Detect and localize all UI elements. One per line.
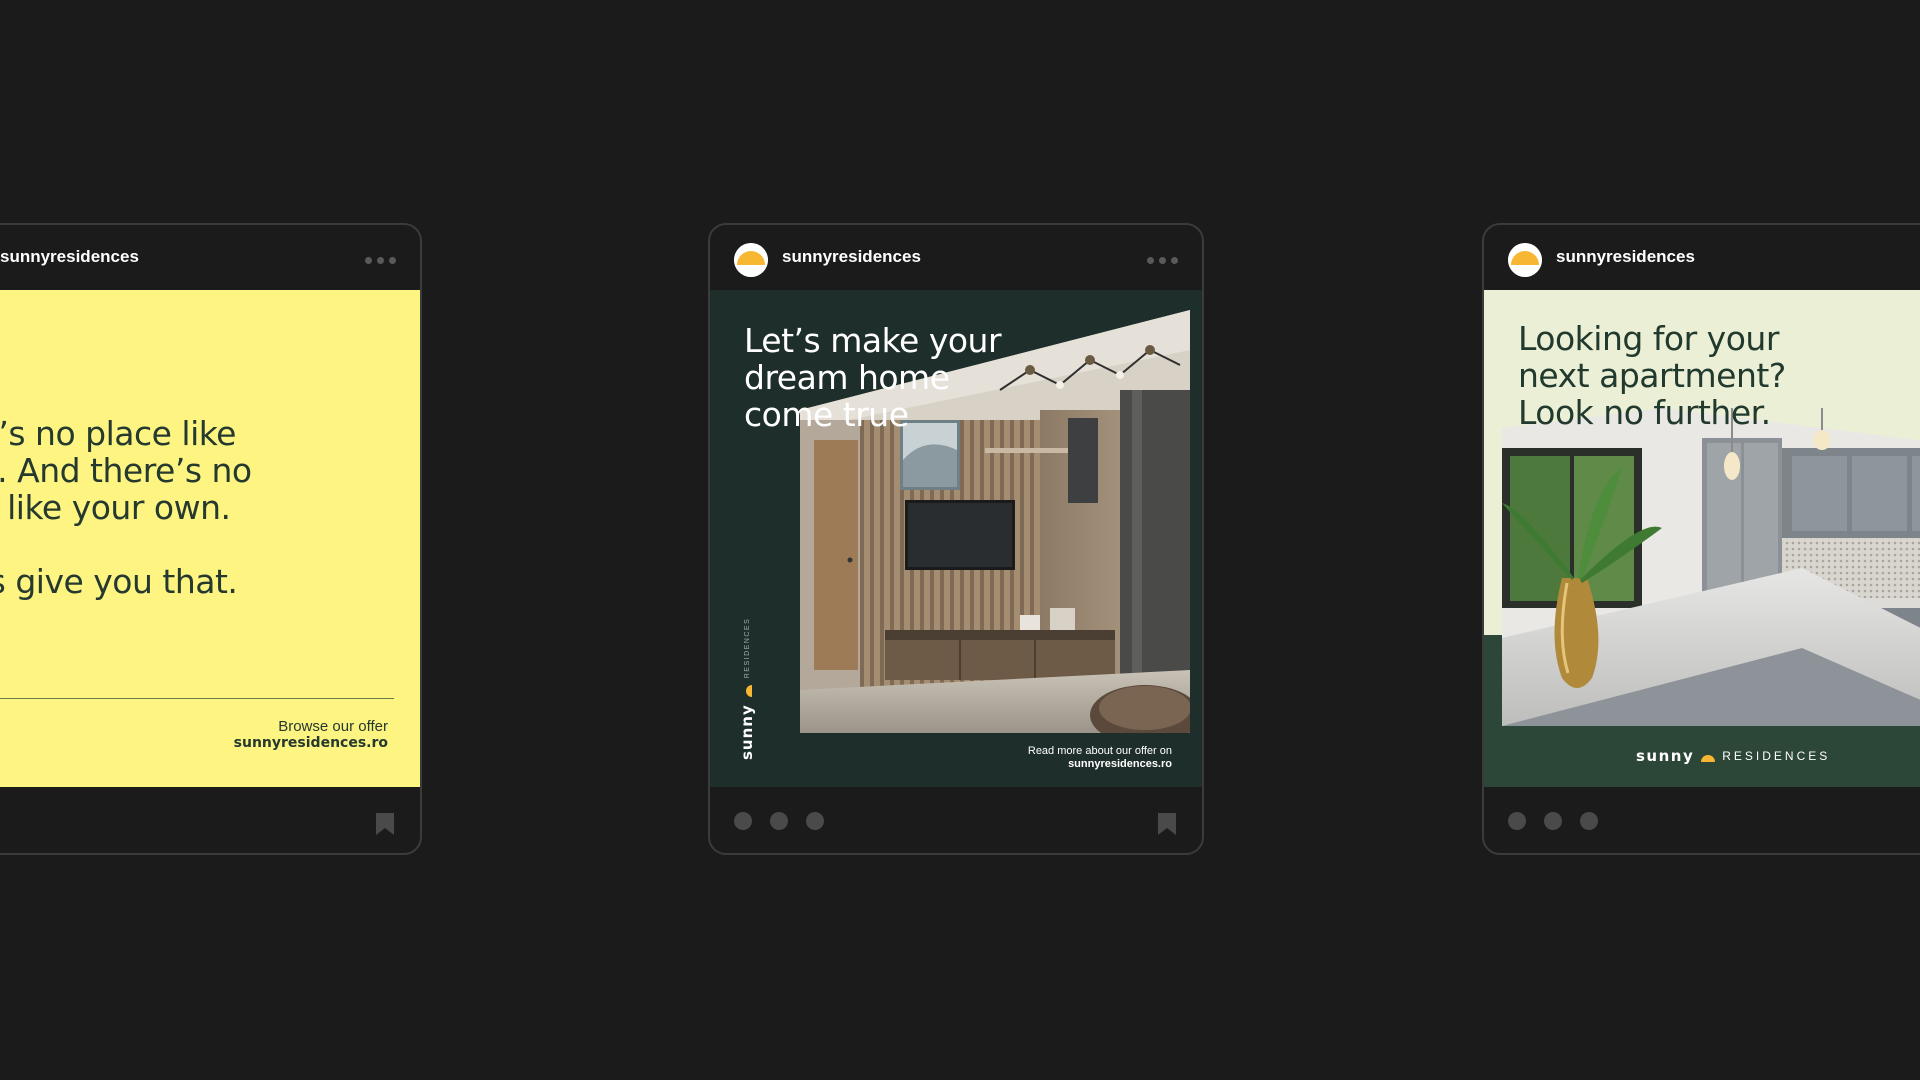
username[interactable]: sunnyresidences xyxy=(0,247,139,267)
action-icon[interactable] xyxy=(1508,812,1526,830)
post-card-1: sunnyresidences here’s no place like ome… xyxy=(0,223,422,855)
ad-copy: here’s no place like ome. And there’s no… xyxy=(0,415,386,600)
bookmark-icon[interactable] xyxy=(1156,812,1178,836)
brand-logo: sunny RESIDENCES xyxy=(1636,747,1830,765)
logo-sub: RESIDENCES xyxy=(743,617,751,679)
more-dots-icon[interactable] xyxy=(1147,257,1178,264)
brand-logo: sunny RESIDENCES xyxy=(738,618,756,760)
post-actions xyxy=(734,812,824,830)
post-creative: Let’s make your dream home come true sun… xyxy=(710,290,1202,787)
kitchen-photo xyxy=(1502,408,1920,726)
headline-line: come true xyxy=(744,395,909,434)
logo-word: sunny xyxy=(738,704,756,760)
bookmark-icon[interactable] xyxy=(374,812,396,836)
headline-line: Looking for your xyxy=(1518,319,1779,358)
sun-logo-icon[interactable] xyxy=(1508,243,1542,277)
sun-logo-icon xyxy=(746,685,752,698)
read-url: sunnyresidences.ro xyxy=(1068,758,1172,770)
logo-sub: RESIDENCES xyxy=(1722,749,1831,763)
headline-line: dream home xyxy=(744,358,950,397)
username[interactable]: sunnyresidences xyxy=(782,247,921,267)
browse-label: Browse our offer xyxy=(278,718,388,735)
ad-copy-line: ome. And there’s no xyxy=(0,451,252,490)
username[interactable]: sunnyresidences xyxy=(1556,247,1695,267)
action-icon[interactable] xyxy=(1544,812,1562,830)
more-dots-icon[interactable] xyxy=(365,257,396,264)
action-icon[interactable] xyxy=(770,812,788,830)
post-actions xyxy=(1508,812,1598,830)
post-card-2: sunnyresidences Let’s make your dream ho… xyxy=(708,223,1204,855)
action-icon[interactable] xyxy=(1580,812,1598,830)
headline-line: Let’s make your xyxy=(744,321,1002,360)
post-card-3: sunnyresidences Looking for your next ap… xyxy=(1482,223,1920,855)
ad-copy-line: ome like your own. xyxy=(0,488,231,527)
post-creative: Looking for your next apartment? Look no… xyxy=(1484,290,1920,787)
read-label: Read more about our offer on xyxy=(1027,745,1172,757)
ad-headline: Let’s make your dream home come true xyxy=(744,322,1064,433)
post-header: sunnyresidences xyxy=(710,225,1202,290)
headline-line: Look no further. xyxy=(1518,393,1771,432)
headline-line: next apartment? xyxy=(1518,356,1786,395)
post-header: sunnyresidences xyxy=(0,225,420,290)
browse-offer: Browse our offer sunnyresidences.ro xyxy=(234,718,388,752)
sun-logo-icon xyxy=(1701,755,1716,762)
ad-copy-line: here’s no place like xyxy=(0,414,236,453)
action-icon[interactable] xyxy=(734,812,752,830)
post-header: sunnyresidences xyxy=(1484,225,1920,290)
ad-headline: Looking for your next apartment? Look no… xyxy=(1518,320,1920,431)
ad-copy-line: et us give you that. xyxy=(0,562,238,601)
browse-url: sunnyresidences.ro xyxy=(233,735,388,751)
logo-word: sunny xyxy=(1636,747,1695,765)
action-icon[interactable] xyxy=(806,812,824,830)
post-creative: here’s no place like ome. And there’s no… xyxy=(0,290,420,787)
sun-logo-icon[interactable] xyxy=(734,243,768,277)
read-more: Read more about our offer on sunnyreside… xyxy=(1028,745,1172,771)
divider xyxy=(0,698,394,699)
